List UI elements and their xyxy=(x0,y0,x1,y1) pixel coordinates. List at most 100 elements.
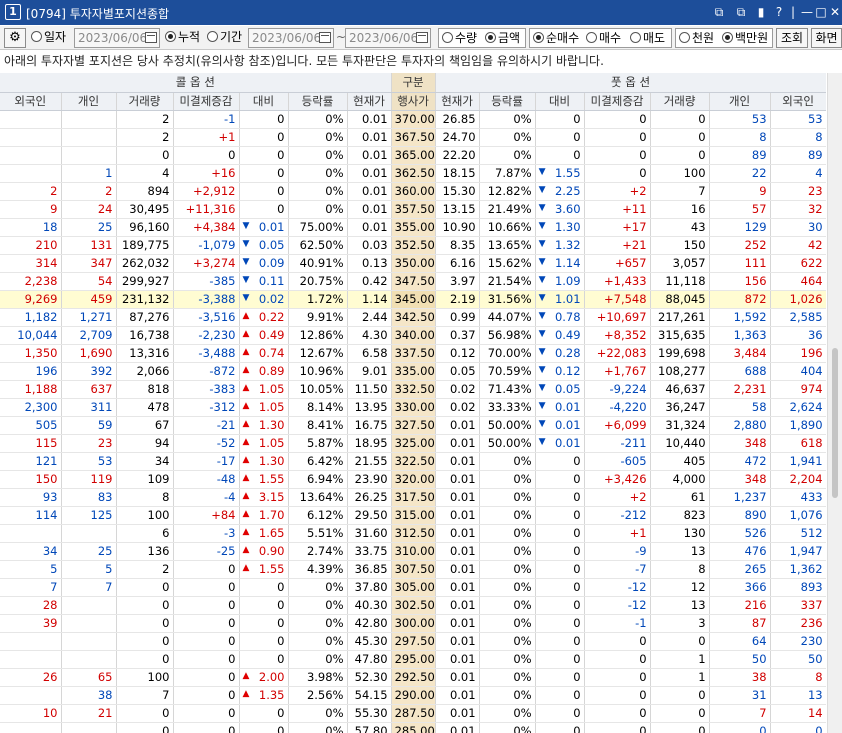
cell-call-volume: 894 xyxy=(116,182,174,201)
column-header-put-change-rate[interactable]: 등락률 xyxy=(479,92,536,111)
column-header-call-foreign[interactable]: 외국인 xyxy=(0,92,62,111)
column-header-call-change-rate[interactable]: 등락률 xyxy=(288,92,348,111)
table-row[interactable]: 1 4 +16 0 0% 0.01 362.50 18.15 7.87% ▼ 1.55 0 100 22 4 xyxy=(0,164,826,183)
table-row[interactable]: 10,044 2,709 16,738 -2,230 ▲ 0.49 12.86% 4.30 34… xyxy=(0,326,826,345)
column-header-put-oi-change[interactable]: 미결제증감 xyxy=(584,92,651,111)
cell-put-oi-change: +10,697 xyxy=(584,308,651,327)
screen-button[interactable]: 화면 xyxy=(811,28,842,48)
cell-call-volume: 6 xyxy=(116,524,174,543)
table-row[interactable]: 2 2 894 +2,912 0 0% 0.01 360.00 15.30 12.82% ▼ 2.25… xyxy=(0,182,826,201)
cell-call-oi-change: 0 xyxy=(173,146,240,165)
cell-value: 1.70 xyxy=(258,508,285,522)
column-header-strike-price[interactable]: 행사가 xyxy=(391,92,436,111)
calendar-icon[interactable] xyxy=(145,32,157,43)
table-row[interactable]: 7 7 0 0 0 0% 37.80 305.00 0.01 0% 0 -12 12 366 893 xyxy=(0,578,826,597)
pin-icon[interactable]: ▮ xyxy=(752,3,770,21)
column-header-call-change[interactable]: 대비 xyxy=(239,92,289,111)
table-row[interactable]: 0 0 0 0% 47.80 295.00 0.01 0% 0 0 1 50 50 xyxy=(0,650,826,669)
table-row[interactable]: 5 5 2 0 ▲ 1.55 4.39% 36.85 307.50 0.01 0% 0 -7 8 265 1,… xyxy=(0,560,826,579)
scrollbar-thumb[interactable] xyxy=(832,348,838,498)
column-header-put-individual[interactable]: 개인 xyxy=(709,92,771,111)
radio-net-buy[interactable]: 순매수 xyxy=(533,29,579,49)
column-header-put-volume[interactable]: 거래량 xyxy=(650,92,710,111)
table-row[interactable]: 0 0 0 0% 0.01 365.00 22.20 0% 0 0 0 89 89 xyxy=(0,146,826,165)
cell-put-change-rate: 0% xyxy=(479,110,536,129)
table-row[interactable]: 6 -3 ▲ 1.65 5.51% 31.60 312.50 0.01 0% 0 +1 130 526 5… xyxy=(0,524,826,543)
table-row[interactable]: 1,188 637 818 -383 ▲ 1.05 10.05% 11.50 332.50 0.0… xyxy=(0,380,826,399)
table-row[interactable]: 34 25 136 -25 ▲ 0.90 2.74% 33.75 310.00 0.01 0% 0 -9… xyxy=(0,542,826,561)
cell-put-price: 8.35 xyxy=(435,236,480,255)
table-row[interactable]: 114 125 100 +84 ▲ 1.70 6.12% 29.50 315.00 0.01 0% 0… xyxy=(0,506,826,525)
column-header-call-price[interactable]: 현재가 xyxy=(347,92,392,111)
close-icon[interactable]: ✕ xyxy=(826,3,842,21)
column-header-call-volume[interactable]: 거래량 xyxy=(116,92,174,111)
table-row[interactable]: 1,182 1,271 87,276 -3,516 ▲ 0.22 9.91% 2.44 342.… xyxy=(0,308,826,327)
radio-amount[interactable]: 금액 xyxy=(485,29,520,49)
table-row[interactable]: 10 21 0 0 0 0% 55.30 287.50 0.01 0% 0 0 0 7 14 xyxy=(0,704,826,723)
cell-strike-price: 332.50 xyxy=(391,380,436,399)
cell-strike-price: 365.00 xyxy=(391,146,436,165)
table-row[interactable]: 2,238 54 299,927 -385 ▼ 0.11 20.75% 0.42 347.50 3… xyxy=(0,272,826,291)
table-row[interactable]: 26 65 100 0 ▲ 2.00 3.98% 52.30 292.50 0.01 0% 0 0 1 38… xyxy=(0,668,826,687)
link-window-icon[interactable]: ⧉ xyxy=(710,3,728,21)
cell-put-volume: 0 xyxy=(650,110,710,129)
table-row[interactable]: 9 24 30,495 +11,316 0 0% 0.01 357.50 13.15 21.49%… xyxy=(0,200,826,219)
table-row[interactable]: 115 23 94 -52 ▲ 1.05 5.87% 18.95 325.00 0.01 50.00… xyxy=(0,434,826,453)
column-header-put-price[interactable]: 현재가 xyxy=(435,92,480,111)
table-row[interactable]: 39 0 0 0 0% 42.80 300.00 0.01 0% 0 -1 3 87 236 xyxy=(0,614,826,633)
table-row[interactable]: 0 0 0 0% 57.80 285.00 0.01 0% 0 0 0 0 0 xyxy=(0,722,826,733)
vertical-scrollbar[interactable] xyxy=(827,73,842,733)
settings-gear-icon[interactable]: ⚙ xyxy=(4,28,26,48)
table-row[interactable]: 121 53 34 -17 ▲ 1.30 6.42% 21.55 322.50 0.01 0% 0 -6… xyxy=(0,452,826,471)
calendar-icon[interactable] xyxy=(416,32,428,43)
cell-call-price: 55.30 xyxy=(347,704,392,723)
table-row[interactable]: 18 25 96,160 +4,384 ▼ 0.01 75.00% 0.01 355.00 10.… xyxy=(0,218,826,237)
cell-put-change-rate: 50.00% xyxy=(479,416,536,435)
radio-cumulative[interactable]: 누적 xyxy=(165,28,200,48)
table-row[interactable]: 2,300 311 478 -312 ▲ 1.05 8.14% 13.95 330.00 0.02… xyxy=(0,398,826,417)
cell-put-volume: 13 xyxy=(650,542,710,561)
down-arrow-icon: ▼ xyxy=(538,365,546,375)
cell-put-oi-change: -12 xyxy=(584,596,651,615)
radio-quantity[interactable]: 수량 xyxy=(442,29,477,49)
restore-icon[interactable]: ⧉ xyxy=(732,3,750,21)
table-row[interactable]: 505 59 67 -21 ▲ 1.30 8.41% 16.75 327.50 0.01 50.00… xyxy=(0,416,826,435)
calendar-icon[interactable] xyxy=(319,32,331,43)
down-arrow-icon: ▼ xyxy=(538,401,546,411)
cell-call-price: 47.80 xyxy=(347,650,392,669)
cell-call-foreign: 2,300 xyxy=(0,398,62,417)
currency-unit-radio-group: 천원 백만원 xyxy=(675,28,773,48)
table-row[interactable]: 196 392 2,066 -872 ▲ 0.89 10.96% 9.01 335.00 0.05… xyxy=(0,362,826,381)
table-row[interactable]: 2 -1 0 0% 0.01 370.00 26.85 0% 0 0 0 53 53 xyxy=(0,110,826,129)
table-row[interactable]: 28 0 0 0 0% 40.30 302.50 0.01 0% 0 -12 13 216 337 xyxy=(0,596,826,615)
cell-value: 0.05 xyxy=(554,382,581,396)
date-input-2[interactable]: 2023/06/06 xyxy=(248,28,334,48)
cell-call-change-rate: 0% xyxy=(288,722,348,733)
table-row[interactable]: 2 +1 0 0% 0.01 367.50 24.70 0% 0 0 0 8 8 xyxy=(0,128,826,147)
radio-million-won[interactable]: 백만원 xyxy=(722,29,768,49)
date-input-3[interactable]: 2023/06/06 xyxy=(345,28,431,48)
table-row[interactable]: 150 119 109 -48 ▲ 1.55 6.94% 23.90 320.00 0.01 0% 0… xyxy=(0,470,826,489)
table-row[interactable]: 0 0 0 0% 45.30 297.50 0.01 0% 0 0 0 64 230 xyxy=(0,632,826,651)
column-header-call-individual[interactable]: 개인 xyxy=(61,92,117,111)
date-input-1[interactable]: 2023/06/06 xyxy=(74,28,160,48)
radio-buy[interactable]: 매수 xyxy=(586,29,621,49)
column-header-put-change[interactable]: 대비 xyxy=(535,92,585,111)
radio-thousand-won[interactable]: 천원 xyxy=(679,29,714,49)
column-header-put-foreign[interactable]: 외국인 xyxy=(770,92,826,111)
down-arrow-icon: ▼ xyxy=(538,347,546,357)
table-row[interactable]: 210 131 189,775 -1,079 ▼ 0.05 62.50% 0.03 352.50… xyxy=(0,236,826,255)
table-row[interactable]: 93 83 8 -4 ▲ 3.15 13.64% 26.25 317.50 0.01 0% 0 +2 61… xyxy=(0,488,826,507)
column-header-call-oi-change[interactable]: 미결제증감 xyxy=(173,92,240,111)
radio-sell[interactable]: 매도 xyxy=(630,29,665,49)
cell-put-change-rate: 21.49% xyxy=(479,200,536,219)
cell-put-volume: 10,440 xyxy=(650,434,710,453)
table-row[interactable]: 9,269 459 231,132 -3,388 ▼ 0.02 1.72% 1.14 345.0… xyxy=(0,290,826,309)
radio-date[interactable]: 일자 xyxy=(31,28,66,48)
table-row[interactable]: 314 347 262,032 +3,274 ▼ 0.09 40.91% 0.13 350.00… xyxy=(0,254,826,273)
table-row[interactable]: 38 7 0 ▲ 1.35 2.56% 54.15 290.00 0.01 0% 0 0 0 31 13 xyxy=(0,686,826,705)
cell-put-price: 0.01 xyxy=(435,722,480,733)
inquire-button[interactable]: 조회 xyxy=(776,28,808,48)
table-row[interactable]: 1,350 1,690 13,316 -3,488 ▲ 0.74 12.67% 6.58 337… xyxy=(0,344,826,363)
radio-period[interactable]: 기간 xyxy=(207,28,242,48)
